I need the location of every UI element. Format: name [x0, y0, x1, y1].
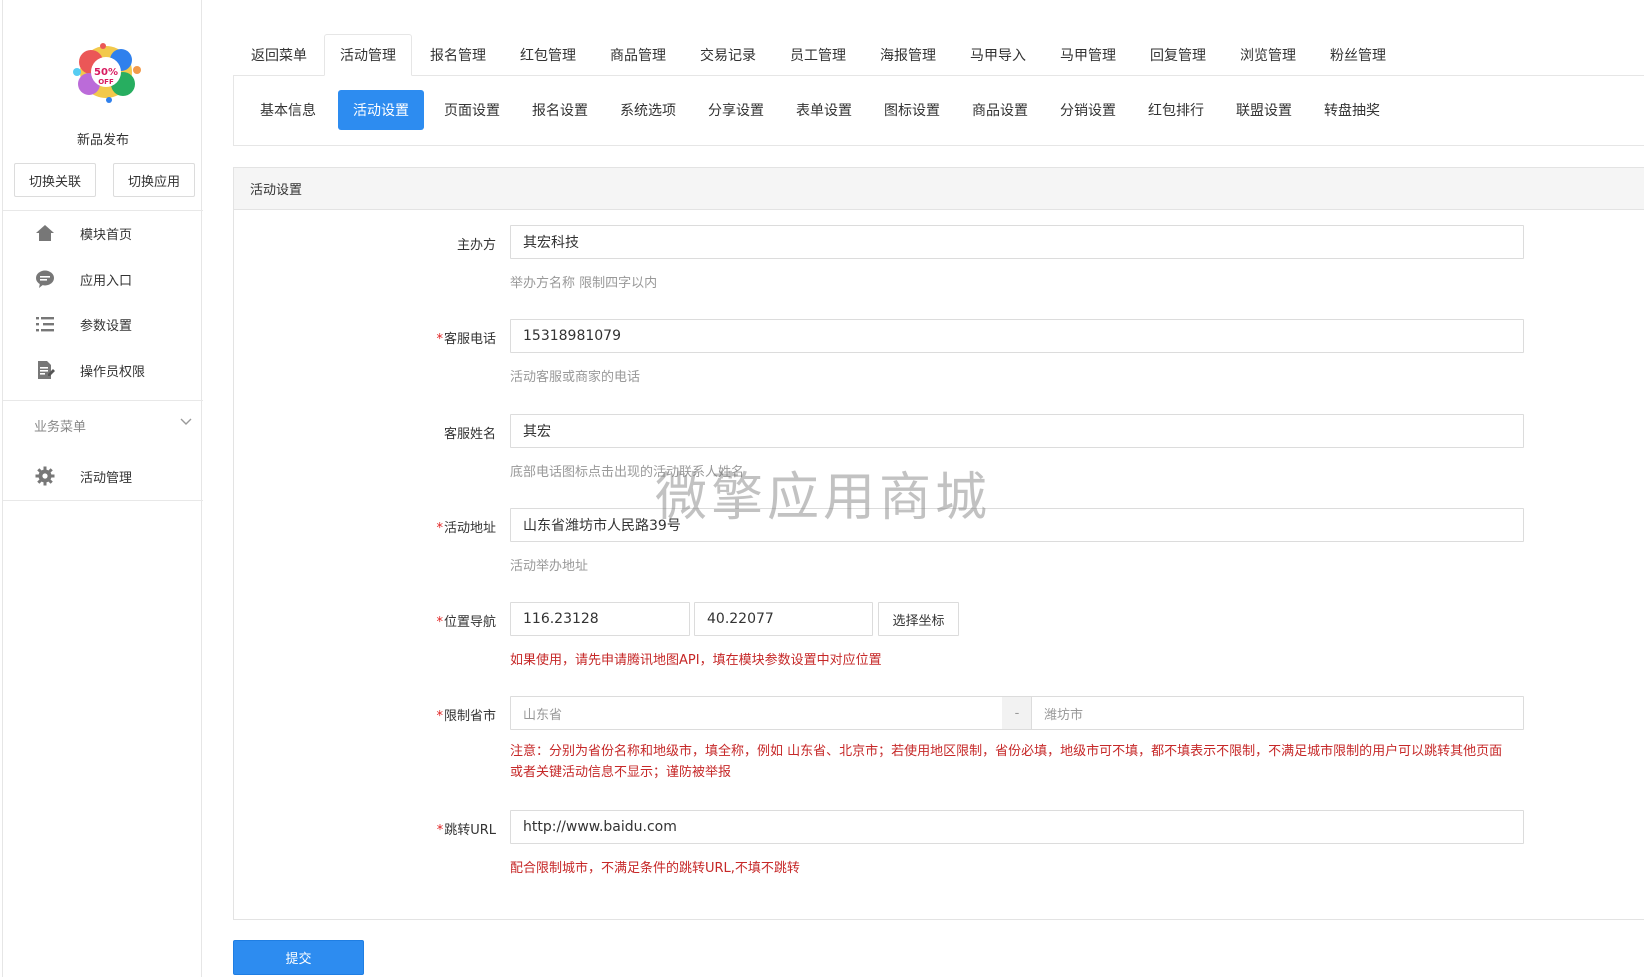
sidebar-item-label: 活动管理 [80, 470, 133, 486]
svg-text:OFF: OFF [98, 78, 114, 86]
subnav-activity-settings[interactable]: 活动设置 [338, 90, 424, 130]
tab-staff-management[interactable]: 员工管理 [773, 34, 863, 76]
tab-transaction-records[interactable]: 交易记录 [683, 34, 773, 76]
service-name-help: 底部电话图标点击出现的活动联系人姓名 [510, 465, 745, 480]
sidebar-item-label: 参数设置 [80, 318, 133, 334]
list-icon [34, 313, 56, 335]
location-help: 如果使用，请先申请腾讯地图API，填在模块参数设置中对应位置 [510, 653, 882, 668]
subnav-system-options[interactable]: 系统选项 [606, 90, 690, 130]
city-input[interactable]: 潍坊市 [1031, 696, 1524, 730]
subnav-registration-settings[interactable]: 报名设置 [518, 90, 602, 130]
phone-help: 活动客服或商家的电话 [510, 370, 641, 385]
sidebar-divider [3, 210, 203, 211]
sidebar-divider [3, 500, 203, 501]
doc-edit-icon [34, 359, 56, 381]
subnav-page-settings[interactable]: 页面设置 [430, 90, 514, 130]
tab-registration-management[interactable]: 报名管理 [413, 34, 503, 76]
sidebar: 50% OFF 新品发布 切换关联 切换应用 模块首页 应用入口 参数设置 操作… [2, 0, 203, 977]
tab-back-menu[interactable]: 返回菜单 [233, 34, 325, 76]
sidebar-item-label: 应用入口 [80, 273, 133, 289]
tab-product-management[interactable]: 商品管理 [593, 34, 683, 76]
subnav-red-packet-ranking[interactable]: 红包排行 [1134, 90, 1218, 130]
region-separator: - [1002, 696, 1032, 730]
province-input[interactable]: 山东省 [510, 696, 1003, 730]
chat-icon [34, 268, 56, 290]
organizer-label: 主办方 [456, 238, 496, 253]
submit-button[interactable]: 提交 [233, 940, 364, 975]
tab-reply-management[interactable]: 回复管理 [1133, 34, 1223, 76]
tab-vest-import[interactable]: 马甲导入 [953, 34, 1043, 76]
subnav-form-settings[interactable]: 表单设置 [782, 90, 866, 130]
switch-app-button[interactable]: 切换应用 [113, 163, 195, 197]
address-input[interactable]: 山东省潍坊市人民路39号 [510, 508, 1524, 542]
redirect-url-label: *跳转URL [436, 823, 496, 838]
select-coordinates-button[interactable]: 选择坐标 [878, 602, 959, 636]
top-tabs: 返回菜单 活动管理 报名管理 红包管理 商品管理 交易记录 员工管理 海报管理 … [233, 34, 1644, 76]
chevron-down-icon[interactable] [179, 415, 193, 429]
business-menu-title: 业务菜单 [34, 420, 87, 435]
subnav-distribution-settings[interactable]: 分销设置 [1046, 90, 1130, 130]
region-label: *限制省市 [436, 709, 496, 724]
region-help: 注意：分别为省份名称和地级市，填全称，例如 山东省、北京市；若使用地区限制，省份… [510, 744, 1503, 780]
organizer-input[interactable]: 其宏科技 [510, 225, 1524, 259]
organizer-help: 举办方名称 限制四字以内 [510, 276, 658, 291]
app-logo: 50% OFF [73, 43, 141, 103]
gear-icon [34, 465, 56, 487]
tab-activity-management[interactable]: 活动管理 [324, 34, 412, 76]
sidebar-item-app-entry[interactable]: 应用入口 [3, 259, 203, 299]
tab-red-packet-management[interactable]: 红包管理 [503, 34, 593, 76]
sub-nav: 基本信息 活动设置 页面设置 报名设置 系统选项 分享设置 表单设置 图标设置 … [233, 76, 1644, 146]
sidebar-item-activity-management[interactable]: 活动管理 [3, 456, 203, 496]
service-name-input[interactable]: 其宏 [510, 414, 1524, 448]
home-icon [34, 222, 56, 244]
subnav-basic-info[interactable]: 基本信息 [250, 90, 326, 130]
sidebar-divider [3, 400, 203, 401]
app-name: 新品发布 [76, 133, 129, 148]
subnav-share-settings[interactable]: 分享设置 [694, 90, 778, 130]
location-label: *位置导航 [436, 615, 496, 630]
activity-settings-panel: 活动设置 [233, 167, 1644, 920]
subnav-icon-settings[interactable]: 图标设置 [870, 90, 954, 130]
panel-title: 活动设置 [234, 168, 1644, 210]
phone-label: *客服电话 [436, 332, 496, 347]
switch-relation-button[interactable]: 切换关联 [14, 163, 96, 197]
sidebar-item-label: 操作员权限 [80, 364, 146, 380]
tab-browse-management[interactable]: 浏览管理 [1223, 34, 1313, 76]
service-name-label: 客服姓名 [443, 427, 496, 442]
address-help: 活动举办地址 [510, 559, 589, 574]
sidebar-item-params[interactable]: 参数设置 [3, 304, 203, 344]
address-label: *活动地址 [436, 521, 496, 536]
subnav-wheel-lottery[interactable]: 转盘抽奖 [1310, 90, 1394, 130]
sidebar-item-module-home[interactable]: 模块首页 [3, 213, 203, 253]
longitude-input[interactable]: 116.23128 [510, 602, 690, 636]
phone-input[interactable]: 15318981079 [510, 319, 1524, 353]
sidebar-item-operator-permissions[interactable]: 操作员权限 [3, 350, 203, 390]
sidebar-item-label: 模块首页 [80, 227, 133, 243]
subnav-alliance-settings[interactable]: 联盟设置 [1222, 90, 1306, 130]
redirect-url-help: 配合限制城市，不满足条件的跳转URL,不填不跳转 [510, 861, 800, 876]
redirect-url-input[interactable]: http://www.baidu.com [510, 810, 1524, 844]
tab-fans-management[interactable]: 粉丝管理 [1313, 34, 1403, 76]
tab-vest-management[interactable]: 马甲管理 [1043, 34, 1133, 76]
tab-poster-management[interactable]: 海报管理 [863, 34, 953, 76]
svg-text:50%: 50% [94, 67, 118, 78]
latitude-input[interactable]: 40.22077 [694, 602, 873, 636]
subnav-product-settings[interactable]: 商品设置 [958, 90, 1042, 130]
